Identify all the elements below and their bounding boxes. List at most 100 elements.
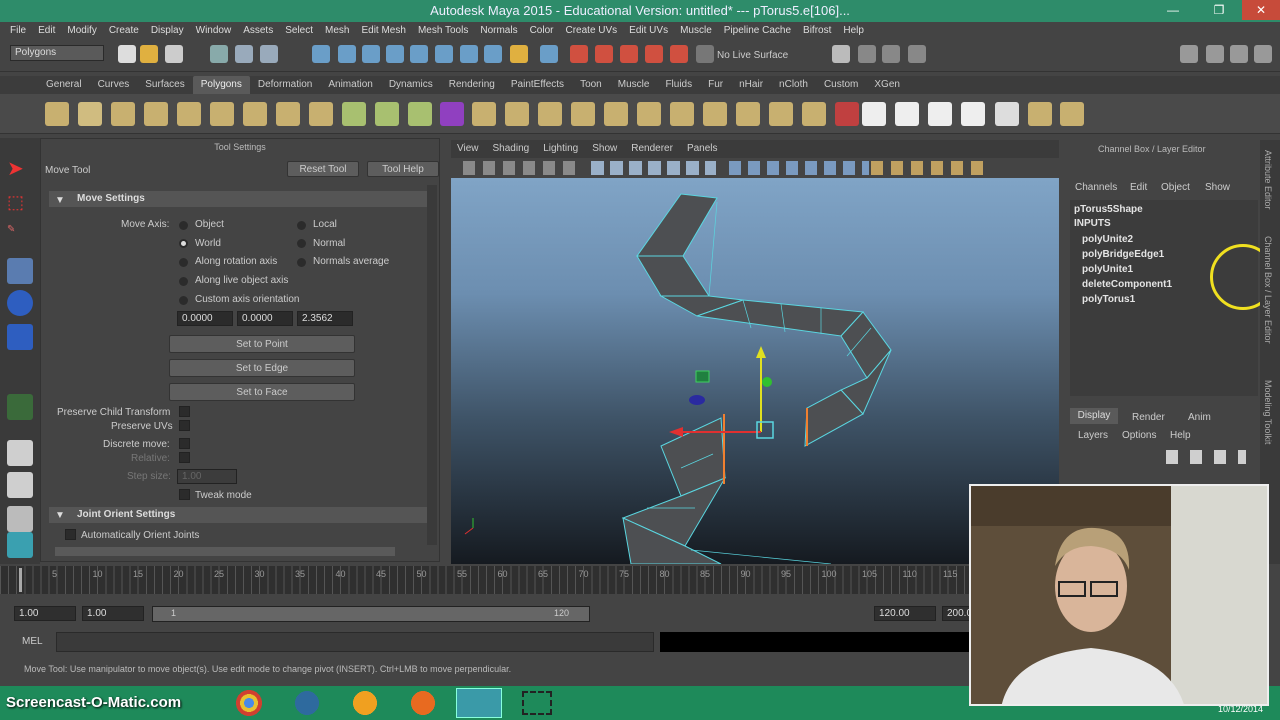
menu-item[interactable]: Normals: [474, 22, 523, 40]
shelf-tab[interactable]: PaintEffects: [503, 76, 572, 94]
layer-tab-render[interactable]: Render: [1132, 412, 1165, 423]
shelf-tab[interactable]: nHair: [731, 76, 771, 94]
time-slider[interactable]: 5 10 15 20 25 30 35 40 45 50 55 60 65 70 75 80 85 90 95 100…: [0, 566, 975, 594]
select-component-icon[interactable]: [260, 45, 278, 63]
shelf-tab[interactable]: Polygons: [192, 76, 250, 94]
channel-box-tab[interactable]: Channel Box / Layer Editor: [1263, 236, 1273, 344]
snap-grid-icon[interactable]: [312, 45, 330, 63]
snagit-icon[interactable]: [284, 688, 330, 718]
menu-item[interactable]: Create UVs: [559, 22, 623, 40]
xyz-field-icon[interactable]: [832, 45, 850, 63]
start-time-field[interactable]: 1.00: [14, 606, 76, 621]
modeling-toolkit-tab[interactable]: Modeling Toolkit: [1263, 380, 1273, 444]
soften-edge-icon[interactable]: [1028, 102, 1052, 126]
menu-set-select[interactable]: Polygons: [10, 45, 104, 61]
layer-buttons-icons[interactable]: [1166, 450, 1246, 464]
move-settings-section[interactable]: Move Settings: [49, 191, 427, 207]
spherical-mapping-icon[interactable]: [928, 102, 952, 126]
shelf-tab[interactable]: Fur: [700, 76, 731, 94]
channel-box-toggle-icon[interactable]: [1254, 45, 1272, 63]
menu-item[interactable]: Modify: [61, 22, 102, 40]
tweak-mode-checkbox[interactable]: [179, 489, 190, 500]
object-menu[interactable]: Object: [1161, 182, 1190, 193]
range-bar[interactable]: 1 120: [152, 606, 590, 622]
render-current-icon[interactable]: [570, 45, 588, 63]
shading-tools-icons[interactable]: [729, 161, 869, 175]
boolean-union-icon[interactable]: [472, 102, 496, 126]
append-polygon-icon[interactable]: [670, 102, 694, 126]
auto-orient-joints-checkbox[interactable]: [65, 529, 76, 540]
tool-help-button[interactable]: Tool Help: [367, 161, 439, 177]
layout-four-view-icon[interactable]: [7, 472, 33, 498]
set-to-face-button[interactable]: Set to Face: [169, 383, 355, 401]
extract-icon[interactable]: [408, 102, 432, 126]
shelf-tab[interactable]: Surfaces: [137, 76, 192, 94]
radio-normal[interactable]: [297, 239, 306, 248]
attribute-editor-tab[interactable]: Attribute Editor: [1263, 150, 1273, 210]
viewport-menu-item[interactable]: Shading: [493, 140, 538, 158]
smooth-icon[interactable]: [440, 102, 464, 126]
viewport-menu-item[interactable]: View: [457, 140, 487, 158]
viewport-menu-item[interactable]: Renderer: [631, 140, 681, 158]
collapse-arrow-icon[interactable]: ▼: [55, 195, 65, 206]
harden-edge-icon[interactable]: [1060, 102, 1084, 126]
make-live-icon[interactable]: [410, 45, 428, 63]
mel-input[interactable]: [56, 632, 654, 652]
menu-item[interactable]: Color: [524, 22, 560, 40]
lasso-tool-icon[interactable]: ⬚: [7, 192, 33, 218]
menu-item[interactable]: Edit UVs: [623, 22, 674, 40]
snap-view-plane-icon[interactable]: [386, 45, 404, 63]
layer-tab-anim[interactable]: Anim: [1188, 412, 1211, 423]
radio-along-rotation-axis[interactable]: [179, 258, 188, 267]
menu-item[interactable]: Display: [145, 22, 190, 40]
settings-icon[interactable]: [342, 688, 388, 718]
poly-pipe-icon[interactable]: [276, 102, 300, 126]
layout-outliner-icon[interactable]: [7, 506, 33, 532]
chrome-icon[interactable]: [226, 688, 272, 718]
menu-item[interactable]: Assets: [237, 22, 279, 40]
radio-local[interactable]: [297, 221, 306, 230]
viewport-scene[interactable]: [451, 178, 1059, 565]
end-time-field[interactable]: 120.00: [874, 606, 936, 621]
radio-custom-axis-orientation[interactable]: [179, 296, 188, 305]
history-icon[interactable]: [435, 45, 453, 63]
menu-item[interactable]: Help: [837, 22, 870, 40]
select-hierarchy-icon[interactable]: [210, 45, 228, 63]
step-size-field[interactable]: 1.00: [177, 469, 237, 484]
poly-pyramid-icon[interactable]: [243, 102, 267, 126]
firefox-icon[interactable]: [400, 688, 446, 718]
preserve-uvs-checkbox[interactable]: [179, 420, 190, 431]
select-object-icon[interactable]: [235, 45, 253, 63]
mirror-geometry-icon[interactable]: [571, 102, 595, 126]
separate-icon[interactable]: [375, 102, 399, 126]
hypershade-icon[interactable]: [645, 45, 663, 63]
radio-along-live-object-axis[interactable]: [179, 277, 188, 286]
shelf-tab[interactable]: Curves: [90, 76, 138, 94]
maya-taskbar-icon[interactable]: [456, 688, 502, 718]
poly-cylinder-icon[interactable]: [111, 102, 135, 126]
snap-together-icon[interactable]: [460, 45, 478, 63]
shelf-tab[interactable]: Rendering: [441, 76, 503, 94]
menu-item[interactable]: Create: [103, 22, 145, 40]
construction-history-icon[interactable]: [540, 45, 558, 63]
input-node[interactable]: polyUnite2: [1082, 234, 1133, 245]
menu-item[interactable]: Muscle: [674, 22, 718, 40]
shelf-tab[interactable]: Muscle: [610, 76, 658, 94]
show-manipulator-icon[interactable]: [7, 394, 33, 420]
perspective-viewport[interactable]: View Shading Lighting Show Renderer Panels: [451, 140, 1059, 565]
set-to-point-button[interactable]: Set to Point: [169, 335, 355, 353]
layout-icon[interactable]: [858, 45, 876, 63]
menu-item[interactable]: Bifrost: [797, 22, 837, 40]
help-menu[interactable]: Help: [1170, 430, 1191, 441]
layout-single-icon[interactable]: [882, 45, 900, 63]
menu-item[interactable]: Edit Mesh: [355, 22, 411, 40]
input-node[interactable]: polyBridgeEdge1: [1082, 249, 1164, 260]
layout-four-icon[interactable]: [908, 45, 926, 63]
rotate-tool-icon[interactable]: [7, 290, 33, 316]
preserve-child-transform-checkbox[interactable]: [179, 406, 190, 417]
poly-sphere-icon[interactable]: [45, 102, 69, 126]
insert-edge-loop-icon[interactable]: [736, 102, 760, 126]
viewport-menu-item[interactable]: Lighting: [543, 140, 586, 158]
close-button[interactable]: ✕: [1242, 0, 1280, 20]
input-node[interactable]: polyTorus1: [1082, 294, 1135, 305]
